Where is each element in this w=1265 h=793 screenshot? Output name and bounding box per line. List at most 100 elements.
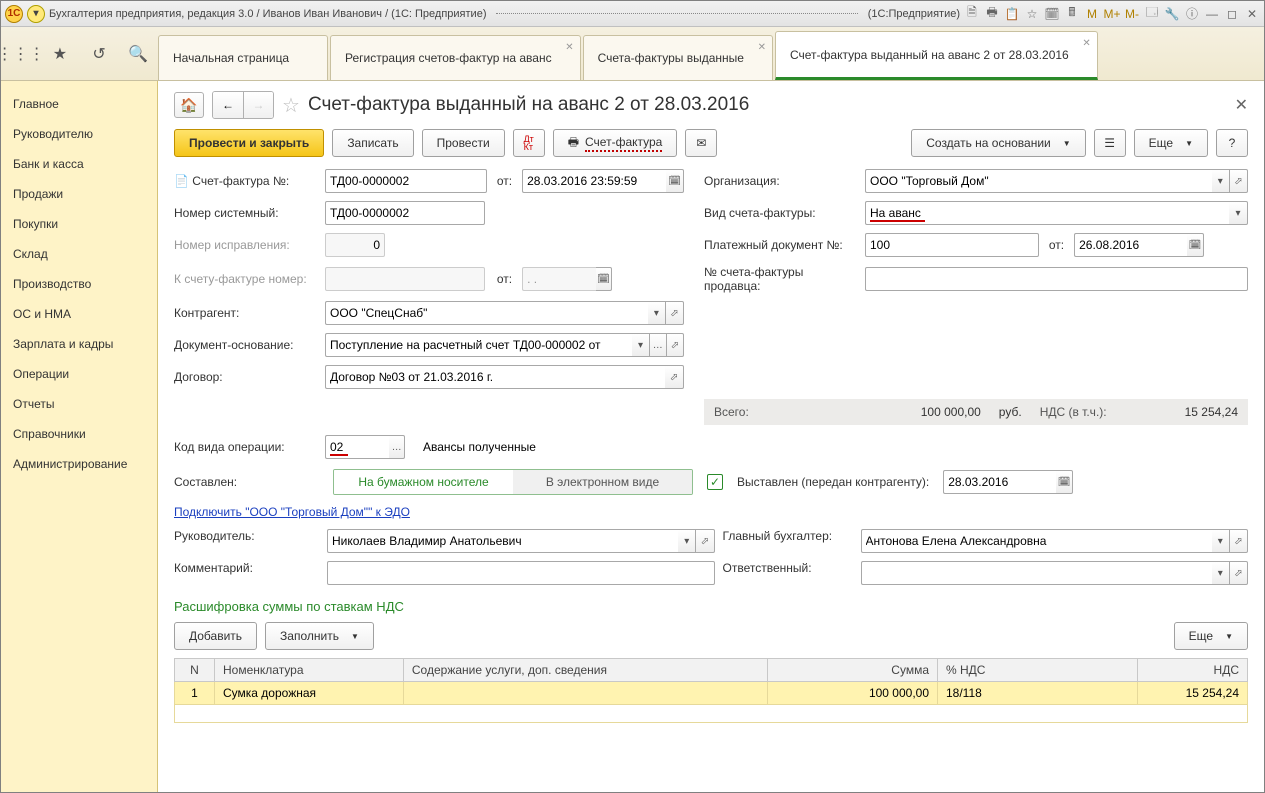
- pay-doc-date-input[interactable]: [1074, 233, 1187, 257]
- back-button[interactable]: ←: [213, 92, 243, 118]
- info-icon[interactable]: ⓘ: [1184, 6, 1200, 22]
- fill-button[interactable]: Заполнить: [265, 622, 374, 650]
- electronic-option[interactable]: В электронном виде: [513, 470, 692, 494]
- tab-current[interactable]: Счет-фактура выданный на аванс 2 от 28.0…: [775, 31, 1098, 80]
- open-icon[interactable]: ⬀: [1230, 169, 1248, 193]
- print-invoice-button[interactable]: 🖶 Счет-фактура: [553, 129, 678, 157]
- invoice-type-input[interactable]: [865, 201, 1229, 225]
- open-icon[interactable]: ⬀: [665, 365, 684, 389]
- close-icon[interactable]: ✕: [1082, 38, 1090, 49]
- list-button[interactable]: ☰: [1094, 129, 1126, 157]
- dropdown-icon[interactable]: ▾: [678, 529, 696, 553]
- invoice-date-input[interactable]: [522, 169, 666, 193]
- close-icon[interactable]: ✕: [758, 42, 766, 53]
- forward-button[interactable]: →: [243, 92, 273, 118]
- more-button[interactable]: Еще: [1134, 129, 1208, 157]
- col-n[interactable]: N: [175, 659, 215, 682]
- write-button[interactable]: Записать: [332, 129, 413, 157]
- tab-issued[interactable]: Счета-фактуры выданные✕: [583, 35, 773, 80]
- accountant-input[interactable]: [861, 529, 1212, 553]
- corr-no-input[interactable]: [325, 233, 385, 257]
- close-icon[interactable]: ✕: [1244, 6, 1260, 22]
- favorite-icon[interactable]: ☆: [1024, 6, 1040, 22]
- sidebar-item-admin[interactable]: Администрирование: [1, 449, 157, 479]
- col-sum[interactable]: Сумма: [768, 659, 938, 682]
- org-input[interactable]: [865, 169, 1212, 193]
- invoice-no-input[interactable]: [325, 169, 487, 193]
- maximize-icon[interactable]: ◻: [1224, 6, 1240, 22]
- toolbar-icon[interactable]: M-: [1124, 6, 1140, 22]
- help-button[interactable]: ?: [1216, 129, 1248, 157]
- sidebar-item-reports[interactable]: Отчеты: [1, 389, 157, 419]
- post-and-close-button[interactable]: Провести и закрыть: [174, 129, 324, 157]
- paper-option[interactable]: На бумажном носителе: [334, 470, 513, 494]
- toolbar-icon[interactable]: 🗓: [1044, 6, 1060, 22]
- grid-more-button[interactable]: Еще: [1174, 622, 1248, 650]
- dropdown-icon[interactable]: ▾: [1212, 561, 1230, 585]
- sidebar-item-sales[interactable]: Продажи: [1, 179, 157, 209]
- tab-advance-reg[interactable]: Регистрация счетов-фактур на аванс✕: [330, 35, 581, 80]
- toolbar-icon[interactable]: 🗔: [1144, 6, 1160, 22]
- calendar-icon[interactable]: 🗓: [666, 169, 684, 193]
- open-icon[interactable]: ⬀: [667, 333, 684, 357]
- close-icon[interactable]: ✕: [565, 42, 573, 53]
- open-icon[interactable]: ⬀: [666, 301, 684, 325]
- issued-checkbox[interactable]: ✓: [707, 474, 723, 490]
- search-icon[interactable]: 🔍: [127, 43, 149, 65]
- pay-doc-input[interactable]: [865, 233, 1039, 257]
- minimize-icon[interactable]: —: [1204, 6, 1220, 22]
- dropdown-icon[interactable]: ▾: [1229, 201, 1248, 225]
- sidebar-item-stock[interactable]: Склад: [1, 239, 157, 269]
- op-code-input[interactable]: [325, 435, 389, 459]
- compose-toggle[interactable]: На бумажном носителе В электронном виде: [333, 469, 693, 495]
- settings-icon[interactable]: 🔧: [1164, 6, 1180, 22]
- sidebar-item-operations[interactable]: Операции: [1, 359, 157, 389]
- toolbar-icon[interactable]: 🖶: [984, 6, 1000, 22]
- col-vat-rate[interactable]: % НДС: [938, 659, 1138, 682]
- col-item[interactable]: Номенклатура: [215, 659, 404, 682]
- sidebar-item-hr[interactable]: Зарплата и кадры: [1, 329, 157, 359]
- open-icon[interactable]: ⬀: [1230, 529, 1248, 553]
- dropdown-icon[interactable]: ▾: [27, 5, 45, 23]
- toolbar-icon[interactable]: M: [1084, 6, 1100, 22]
- dt-kt-button[interactable]: ДтКт: [513, 129, 545, 157]
- col-vat[interactable]: НДС: [1138, 659, 1248, 682]
- dropdown-icon[interactable]: ▾: [632, 333, 649, 357]
- open-icon[interactable]: ⬀: [696, 529, 714, 553]
- sidebar-item-production[interactable]: Производство: [1, 269, 157, 299]
- table-row[interactable]: 1 Сумка дорожная 100 000,00 18/118 15 25…: [175, 682, 1248, 705]
- select-icon[interactable]: …: [389, 435, 405, 459]
- favorite-toggle[interactable]: ☆: [282, 93, 300, 118]
- counterparty-input[interactable]: [325, 301, 648, 325]
- tab-home[interactable]: Начальная страница: [158, 35, 328, 80]
- select-icon[interactable]: …: [650, 333, 667, 357]
- toolbar-icon[interactable]: M+: [1104, 6, 1120, 22]
- email-button[interactable]: ✉: [685, 129, 717, 157]
- sidebar-item-assets[interactable]: ОС и НМА: [1, 299, 157, 329]
- open-icon[interactable]: ⬀: [1230, 561, 1248, 585]
- sidebar-item-catalogs[interactable]: Справочники: [1, 419, 157, 449]
- col-desc[interactable]: Содержание услуги, доп. сведения: [403, 659, 767, 682]
- sidebar-item-purchases[interactable]: Покупки: [1, 209, 157, 239]
- calendar-icon[interactable]: 🗓: [596, 267, 612, 291]
- sidebar-item-bank[interactable]: Банк и касса: [1, 149, 157, 179]
- basis-input[interactable]: [325, 333, 632, 357]
- sidebar-item-manager[interactable]: Руководителю: [1, 119, 157, 149]
- responsible-input[interactable]: [861, 561, 1212, 585]
- dropdown-icon[interactable]: ▾: [1212, 169, 1230, 193]
- post-button[interactable]: Провести: [422, 129, 505, 157]
- history-icon[interactable]: ↺: [88, 43, 110, 65]
- dropdown-icon[interactable]: ▾: [1212, 529, 1230, 553]
- create-based-button[interactable]: Создать на основании: [911, 129, 1085, 157]
- dropdown-icon[interactable]: ▾: [648, 301, 666, 325]
- calendar-icon[interactable]: 🗓: [1187, 233, 1204, 257]
- add-row-button[interactable]: Добавить: [174, 622, 257, 650]
- calendar-icon[interactable]: 🗓: [1056, 470, 1073, 494]
- contract-input[interactable]: [325, 365, 665, 389]
- toolbar-icon[interactable]: 🗎: [964, 6, 980, 22]
- home-button[interactable]: 🏠: [174, 92, 204, 118]
- apps-icon[interactable]: ⋮⋮⋮: [10, 43, 32, 65]
- close-page-button[interactable]: ✕: [1235, 95, 1248, 115]
- edo-link[interactable]: Подключить "ООО "Торговый Дом"" к ЭДО: [174, 505, 410, 519]
- comment-input[interactable]: [327, 561, 715, 585]
